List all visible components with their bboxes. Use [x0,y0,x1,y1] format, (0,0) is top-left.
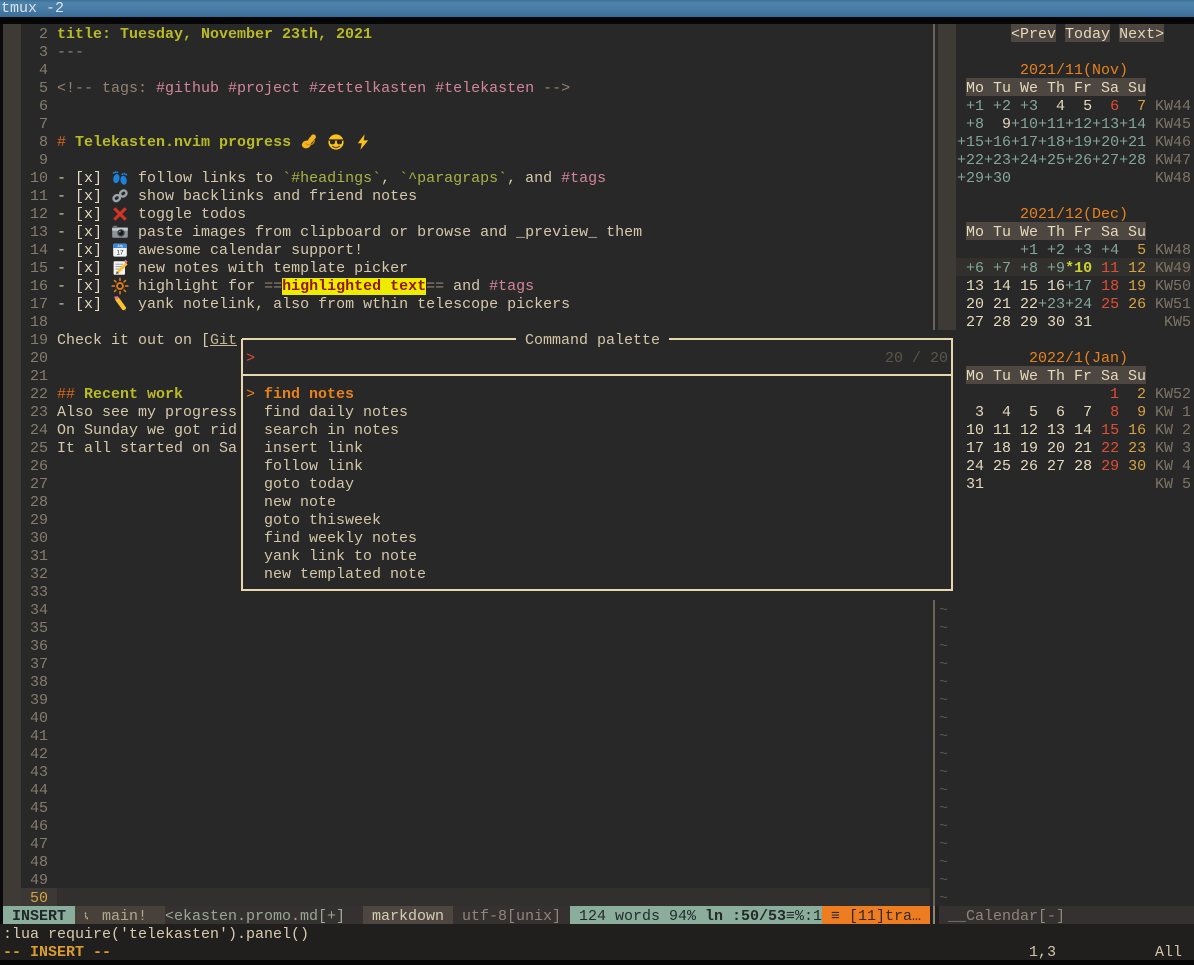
svg-text:July: July [117,244,123,248]
svg-text:17: 17 [116,250,124,257]
